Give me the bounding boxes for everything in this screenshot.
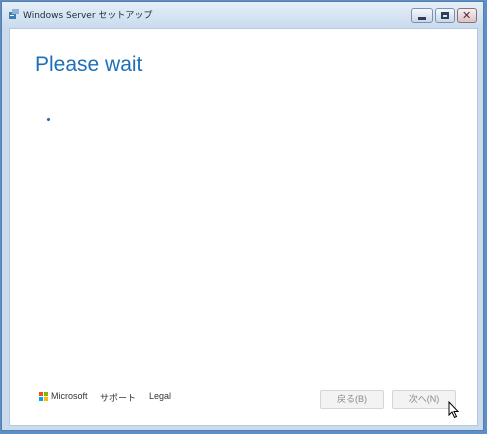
minimize-icon bbox=[418, 17, 426, 20]
minimize-button[interactable] bbox=[411, 8, 433, 23]
setup-app-icon bbox=[9, 9, 19, 19]
next-button[interactable]: 次へ(N) bbox=[392, 390, 456, 409]
maximize-button[interactable] bbox=[435, 8, 455, 23]
maximize-icon bbox=[441, 12, 449, 19]
page-title: Please wait bbox=[35, 53, 143, 76]
loading-spinner-icon bbox=[46, 117, 51, 122]
setup-content-panel: Please wait Microsoft サポート Legal 戻る(B) 次… bbox=[9, 28, 478, 426]
setup-window: Windows Server セットアップ ✕ Please wait Micr… bbox=[1, 1, 484, 431]
close-button[interactable]: ✕ bbox=[457, 8, 477, 23]
mouse-cursor-icon bbox=[448, 401, 460, 419]
microsoft-brand-label: Microsoft bbox=[51, 391, 88, 401]
window-title: Windows Server セットアップ bbox=[23, 11, 153, 21]
title-bar[interactable]: Windows Server セットアップ ✕ bbox=[2, 2, 483, 28]
close-icon: ✕ bbox=[462, 9, 472, 22]
microsoft-logo-icon bbox=[39, 392, 48, 401]
back-button[interactable]: 戻る(B) bbox=[320, 390, 384, 409]
support-link[interactable]: サポート bbox=[100, 391, 136, 404]
legal-link[interactable]: Legal bbox=[149, 391, 171, 401]
